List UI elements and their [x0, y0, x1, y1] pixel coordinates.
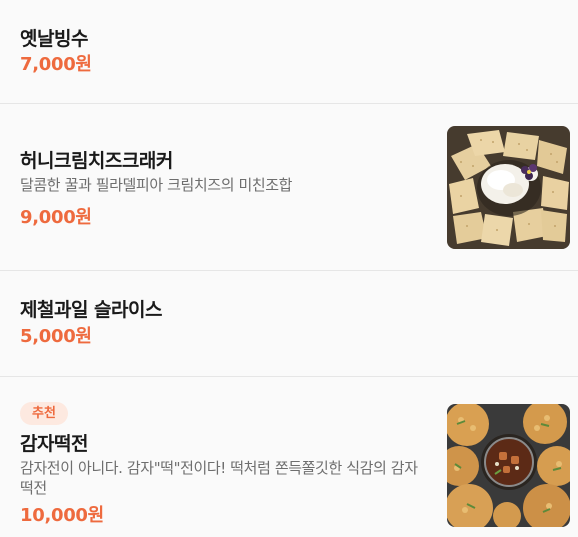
menu-item-name: 허니크림치즈크래커 [20, 150, 173, 172]
potato-pancake-illustration [447, 404, 570, 527]
menu-item-name: 감자떡전 [20, 433, 88, 455]
menu-item-price: 7,000원 [20, 54, 92, 75]
menu-item-text: 추천 감자떡전 감자전이 아니다. 감자"떡"전이다! 떡처럼 쫀득쫄깃한 식감… [20, 402, 428, 528]
potato-pancake-photo[interactable] [447, 404, 570, 527]
menu-item-price: 9,000원 [20, 207, 92, 228]
menu-item-text: 제철과일 슬라이스 5,000원 [20, 298, 428, 349]
menu-item-text: 허니크림치즈크래커 달콤한 꿀과 필라델피아 크림치즈의 미친조합 9,000원 [20, 149, 428, 230]
menu-item-description: 달콤한 꿀과 필라델피아 크림치즈의 미친조합 [20, 176, 293, 194]
menu-item-text: 옛날빙수 7,000원 [20, 27, 428, 77]
menu-item-name: 제철과일 슬라이스 [20, 299, 162, 321]
menu-item-price: 10,000원 [20, 505, 104, 526]
menu-item-seasonal-fruit-slice[interactable]: 제철과일 슬라이스 5,000원 [0, 271, 578, 377]
menu-list: 옛날빙수 7,000원 허니크림치즈크래커 달콤한 꿀과 필라델피아 크림치즈의… [0, 0, 578, 537]
menu-item-description: 감자전이 아니다. 감자"떡"전이다! 떡처럼 쫀득쫄깃한 식감의 감자떡전 [20, 459, 418, 497]
menu-item-name: 옛날빙수 [20, 28, 88, 50]
cracker-cheese-illustration [447, 126, 570, 249]
cracker-cheese-photo[interactable] [447, 126, 570, 249]
menu-item-price: 5,000원 [20, 326, 92, 347]
menu-item-bingsu[interactable]: 옛날빙수 7,000원 [0, 0, 578, 104]
menu-item-potato-rice-cake-pancake[interactable]: 추천 감자떡전 감자전이 아니다. 감자"떡"전이다! 떡처럼 쫀득쫄깃한 식감… [0, 377, 578, 537]
recommend-badge: 추천 [20, 402, 68, 425]
menu-item-honey-cream-cheese-cracker[interactable]: 허니크림치즈크래커 달콤한 꿀과 필라델피아 크림치즈의 미친조합 9,000원 [0, 104, 578, 271]
